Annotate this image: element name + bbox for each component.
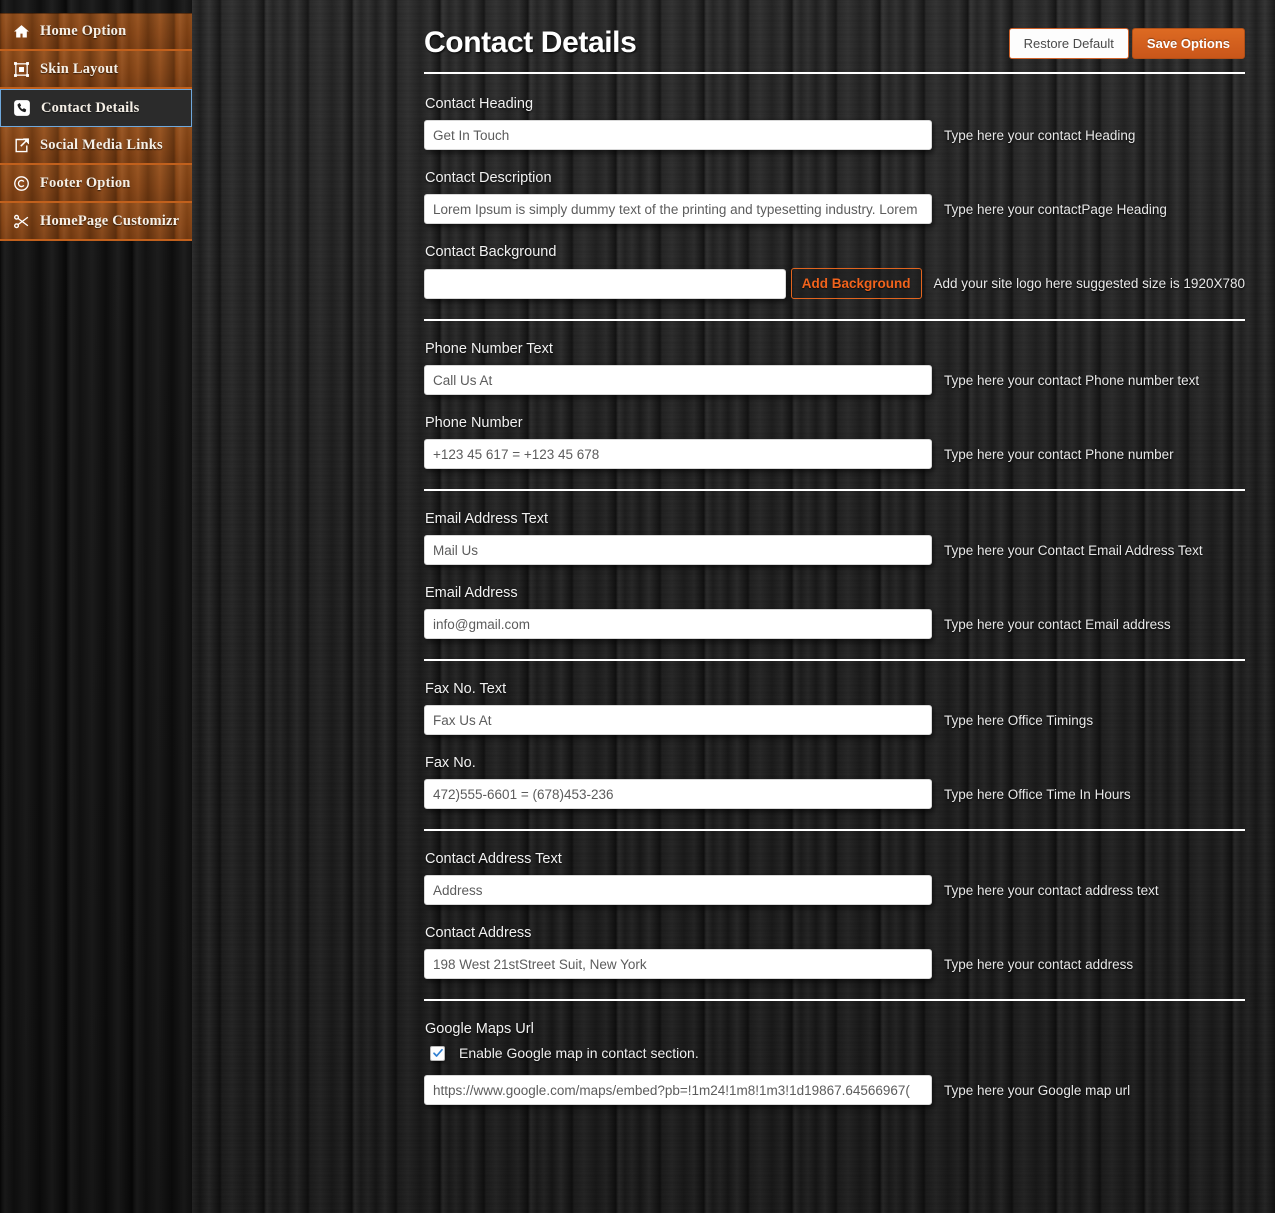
phone-square-icon bbox=[11, 97, 33, 119]
sidebar-item-label: HomePage Customizr bbox=[40, 212, 180, 229]
crop-icon bbox=[10, 58, 32, 80]
hint-contact-address-text: Type here your contact address text bbox=[944, 882, 1159, 898]
field-google-maps-url: Type here your Google map url bbox=[424, 1075, 1245, 1105]
label-contact-heading: Contact Heading bbox=[425, 96, 534, 112]
sidebar-item-label: Social Media Links bbox=[40, 136, 163, 153]
enable-google-map-checkbox[interactable] bbox=[430, 1045, 445, 1061]
hint-email-address-text: Type here your Contact Email Address Tex… bbox=[944, 542, 1203, 558]
label-contact-description: Contact Description bbox=[425, 170, 552, 186]
email-address-input[interactable] bbox=[424, 609, 932, 639]
copyright-icon bbox=[10, 172, 32, 194]
header-actions: Restore Default Save Options bbox=[1008, 28, 1245, 59]
hint-phone-number: Type here your contact Phone number bbox=[944, 446, 1174, 462]
field-email-address: Type here your contact Email address bbox=[424, 609, 1245, 639]
sidebar-item-footer-option[interactable]: Footer Option bbox=[0, 165, 192, 203]
phone-number-input[interactable] bbox=[424, 439, 932, 469]
field-contact-heading: Type here your contact Heading bbox=[424, 120, 1245, 150]
contact-details-form: Contact Heading Type here your contact H… bbox=[424, 96, 1245, 1125]
hint-fax-no-text: Type here Office Timings bbox=[944, 712, 1094, 728]
label-google-maps-url: Google Maps Url bbox=[425, 1021, 534, 1037]
label-fax-no: Fax No. bbox=[425, 755, 476, 771]
share-square-icon bbox=[10, 134, 32, 156]
section-divider bbox=[424, 829, 1245, 831]
label-phone-number: Phone Number bbox=[425, 415, 523, 431]
field-email-address-text: Type here your Contact Email Address Tex… bbox=[424, 535, 1245, 565]
sidebar-item-social-media-links[interactable]: Social Media Links bbox=[0, 127, 192, 165]
label-contact-background: Contact Background bbox=[425, 244, 557, 260]
sidebar-item-label: Skin Layout bbox=[40, 60, 119, 77]
contact-description-input[interactable] bbox=[424, 194, 932, 224]
sidebar-item-contact-details[interactable]: Contact Details bbox=[0, 89, 192, 127]
field-contact-description: Type here your contactPage Heading bbox=[424, 194, 1245, 224]
hint-contact-address: Type here your contact address bbox=[944, 956, 1134, 972]
label-phone-number-text: Phone Number Text bbox=[425, 341, 553, 357]
main-content: Contact Details Restore Default Save Opt… bbox=[192, 0, 1275, 1213]
contact-address-text-input[interactable] bbox=[424, 875, 932, 905]
home-icon bbox=[10, 21, 32, 43]
label-contact-address-text: Contact Address Text bbox=[425, 851, 562, 867]
section-divider bbox=[424, 659, 1245, 661]
sidebar-item-homepage-customizr[interactable]: HomePage Customizr bbox=[0, 203, 192, 241]
label-fax-no-text: Fax No. Text bbox=[425, 681, 507, 697]
field-phone-number: Type here your contact Phone number bbox=[424, 439, 1245, 469]
enable-google-map-row: Enable Google map in contact section. bbox=[430, 1045, 1245, 1061]
hint-contact-background: Add your site logo here suggested size i… bbox=[933, 276, 1245, 291]
field-contact-background: Add Background Add your site logo here s… bbox=[424, 268, 1245, 299]
add-background-button[interactable]: Add Background bbox=[790, 268, 922, 299]
hint-email-address: Type here your contact Email address bbox=[944, 616, 1171, 632]
hint-contact-heading: Type here your contact Heading bbox=[944, 127, 1136, 143]
field-fax-no: Type here Office Time In Hours bbox=[424, 779, 1245, 809]
section-divider bbox=[424, 319, 1245, 321]
hint-fax-no: Type here Office Time In Hours bbox=[944, 786, 1131, 802]
field-contact-address: Type here your contact address bbox=[424, 949, 1245, 979]
page-title: Contact Details bbox=[424, 26, 637, 59]
phone-number-text-input[interactable] bbox=[424, 365, 932, 395]
title-divider bbox=[424, 72, 1245, 74]
section-divider bbox=[424, 489, 1245, 491]
hint-contact-description: Type here your contactPage Heading bbox=[944, 201, 1167, 217]
label-email-address: Email Address bbox=[425, 585, 518, 601]
contact-heading-input[interactable] bbox=[424, 120, 932, 150]
sidebar-item-skin-layout[interactable]: Skin Layout bbox=[0, 51, 192, 89]
sidebar-item-label: Contact Details bbox=[41, 99, 140, 116]
hint-phone-number-text: Type here your contact Phone number text bbox=[944, 372, 1200, 388]
google-maps-url-input[interactable] bbox=[424, 1075, 932, 1105]
section-divider bbox=[424, 999, 1245, 1001]
hint-google-maps-url: Type here your Google map url bbox=[944, 1082, 1131, 1098]
field-fax-no-text: Type here Office Timings bbox=[424, 705, 1245, 735]
enable-google-map-label: Enable Google map in contact section. bbox=[459, 1045, 699, 1061]
email-address-text-input[interactable] bbox=[424, 535, 932, 565]
field-phone-number-text: Type here your contact Phone number text bbox=[424, 365, 1245, 395]
fax-no-text-input[interactable] bbox=[424, 705, 932, 735]
fax-no-input[interactable] bbox=[424, 779, 932, 809]
label-email-address-text: Email Address Text bbox=[425, 511, 549, 527]
contact-background-input[interactable] bbox=[424, 268, 786, 299]
scissors-icon bbox=[10, 210, 32, 232]
contact-address-input[interactable] bbox=[424, 949, 932, 979]
sidebar-item-label: Footer Option bbox=[40, 174, 131, 191]
sidebar-nav: Home Option Skin Layout Contact Details … bbox=[0, 13, 192, 241]
save-options-button[interactable]: Save Options bbox=[1131, 28, 1245, 59]
sidebar-item-home-option[interactable]: Home Option bbox=[0, 13, 192, 51]
restore-default-button[interactable]: Restore Default bbox=[1008, 28, 1129, 59]
label-contact-address: Contact Address bbox=[425, 925, 532, 941]
field-contact-address-text: Type here your contact address text bbox=[424, 875, 1245, 905]
sidebar-item-label: Home Option bbox=[40, 23, 127, 39]
app-root: Home Option Skin Layout Contact Details … bbox=[0, 0, 1275, 1213]
